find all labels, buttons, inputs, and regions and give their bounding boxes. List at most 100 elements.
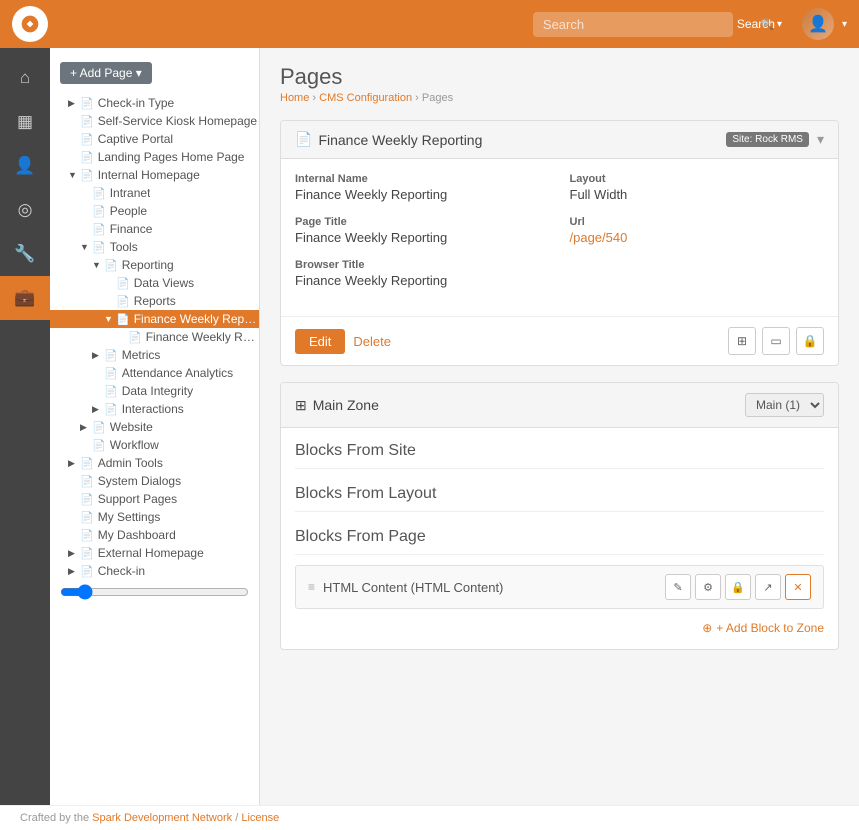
device-button[interactable]: ▭	[762, 327, 790, 355]
block-move-button[interactable]: ↗	[755, 574, 781, 600]
page-icon: 📄	[104, 367, 118, 380]
footer-spark-link[interactable]: Spark Development Network	[92, 812, 232, 824]
sidebar-item-home[interactable]: ⌂	[0, 56, 50, 100]
sidebar-icons: ⌂ ▦ 👤 ◎ 🔧 💼	[0, 48, 50, 805]
page-icon: 📄	[80, 529, 94, 542]
search-input[interactable]	[533, 12, 733, 37]
sidebar-item-cms[interactable]: 💼	[0, 276, 50, 320]
page-icon: 📄	[80, 169, 94, 182]
edit-button[interactable]: Edit	[295, 329, 345, 354]
arrow-icon: ▶	[68, 566, 80, 577]
tree-item-finance-weekly-reporting[interactable]: ▼ 📄 Finance Weekly Reportin…	[50, 310, 259, 328]
tree-item-label: Interactions	[122, 402, 184, 416]
tree-item-data-views[interactable]: ▶ 📄 Data Views	[50, 274, 259, 292]
tree-item-attendance-analytics[interactable]: ▶ 📄 Attendance Analytics	[50, 364, 259, 382]
tree-item-label: Attendance Analytics	[122, 366, 233, 380]
tree-item-system-dialogs[interactable]: ▶ 📄 System Dialogs	[50, 472, 259, 490]
tree-item-my-settings[interactable]: ▶ 📄 My Settings	[50, 508, 259, 526]
tree-item-admin-tools[interactable]: ▶ 📄 Admin Tools	[50, 454, 259, 472]
block-settings-button[interactable]: ⚙	[695, 574, 721, 600]
sidebar-item-people[interactable]: 👤	[0, 144, 50, 188]
tree-item-tools[interactable]: ▼ 📄 Tools	[50, 238, 259, 256]
tree-item-finance-weekly-report[interactable]: ▶ 📄 Finance Weekly Report	[50, 328, 259, 346]
add-page-button[interactable]: + Add Page ▾	[60, 62, 152, 84]
tree-item-label: External Homepage	[98, 546, 204, 560]
settings-icon: ⚙	[703, 581, 713, 594]
tree-item-my-dashboard[interactable]: ▶ 📄 My Dashboard	[50, 526, 259, 544]
tree-item-label: Admin Tools	[98, 456, 163, 470]
add-block-button[interactable]: ⊕ + Add Block to Zone	[702, 621, 824, 635]
page-title-group: Page Title Finance Weekly Reporting	[295, 216, 550, 245]
browser-title-label: Browser Title	[295, 259, 550, 271]
block-security-button[interactable]: 🔒	[725, 574, 751, 600]
collapse-button[interactable]: ▾	[817, 131, 824, 148]
tree-item-label: My Dashboard	[98, 528, 176, 542]
url-link[interactable]: /page/540	[570, 230, 628, 245]
zone-header: ⊞ Main Zone Main (1)	[281, 383, 838, 428]
hierarchy-button[interactable]: ⊞	[728, 327, 756, 355]
tree-item-people[interactable]: ▶ 📄 People	[50, 202, 259, 220]
tree-item-internal-homepage[interactable]: ▼ 📄 Internal Homepage	[50, 166, 259, 184]
browser-title-value: Finance Weekly Reporting	[295, 273, 550, 288]
drag-handle-icon[interactable]: ≡	[308, 580, 315, 594]
main-layout: ⌂ ▦ 👤 ◎ 🔧 💼 + Add Page ▾ ▶ 📄 Check-in Ty…	[0, 48, 859, 805]
blocks-from-site-section: Blocks From Site	[295, 442, 824, 469]
breadcrumb-cms[interactable]: CMS Configuration	[319, 92, 412, 104]
tree-item-landing-pages[interactable]: ▶ 📄 Landing Pages Home Page	[50, 148, 259, 166]
internal-name-label: Internal Name	[295, 173, 550, 185]
avatar[interactable]: 👤	[802, 8, 834, 40]
tree-item-intranet[interactable]: ▶ 📄 Intranet	[50, 184, 259, 202]
block-edit-button[interactable]: ✎	[665, 574, 691, 600]
tree-item-self-service[interactable]: ▶ 📄 Self-Service Kiosk Homepage	[50, 112, 259, 130]
user-menu[interactable]: 👤 ▾	[794, 8, 847, 40]
page-title-value: Finance Weekly Reporting	[295, 230, 550, 245]
tree-item-label: Metrics	[122, 348, 161, 362]
zone-panel: ⊞ Main Zone Main (1) Blocks From Site Bl…	[280, 382, 839, 650]
tree-item-metrics[interactable]: ▶ 📄 Metrics	[50, 346, 259, 364]
tree-item-check-in-type[interactable]: ▶ 📄 Check-in Type	[50, 94, 259, 112]
tree-item-reporting[interactable]: ▼ 📄 Reporting	[50, 256, 259, 274]
tree-item-label: Reports	[134, 294, 176, 308]
logo[interactable]	[12, 6, 48, 42]
arrow-icon: ▶	[92, 350, 104, 361]
hierarchy-icon: ⊞	[737, 334, 747, 348]
breadcrumb-home[interactable]: Home	[280, 92, 309, 104]
tree-item-label: Self-Service Kiosk Homepage	[98, 114, 257, 128]
tree-item-interactions[interactable]: ▶ 📄 Interactions	[50, 400, 259, 418]
lock-button[interactable]: 🔒	[796, 327, 824, 355]
tree-item-workflow[interactable]: ▶ 📄 Workflow	[50, 436, 259, 454]
block-delete-button[interactable]: ✕	[785, 574, 811, 600]
delete-button[interactable]: Delete	[353, 334, 391, 349]
page-icon: 📄	[104, 349, 118, 362]
user-caret[interactable]: ▾	[842, 19, 847, 30]
tree-item-finance[interactable]: ▶ 📄 Finance	[50, 220, 259, 238]
nav-scroll-slider[interactable]	[60, 584, 249, 600]
tree-item-website[interactable]: ▶ 📄 Website	[50, 418, 259, 436]
blocks-from-layout-section: Blocks From Layout	[295, 485, 824, 512]
sidebar-item-tools[interactable]: 🔧	[0, 232, 50, 276]
page-icon: 📄	[80, 457, 94, 470]
zone-select[interactable]: Main (1)	[745, 393, 824, 417]
tree-item-support-pages[interactable]: ▶ 📄 Support Pages	[50, 490, 259, 508]
tree-item-captive-portal[interactable]: ▶ 📄 Captive Portal	[50, 130, 259, 148]
footer-license-link[interactable]: License	[241, 812, 279, 824]
add-block-section: ⊕ + Add Block to Zone	[295, 621, 824, 635]
arrow-icon: ▶	[68, 98, 80, 109]
footer-separator: /	[235, 812, 238, 824]
arrow-icon: ▶	[68, 548, 80, 559]
arrow-icon: ▼	[104, 314, 116, 324]
tree-item-check-in[interactable]: ▶ 📄 Check-in	[50, 562, 259, 580]
sidebar-item-dashboard[interactable]: ▦	[0, 100, 50, 144]
tree-item-external-homepage[interactable]: ▶ 📄 External Homepage	[50, 544, 259, 562]
sidebar-item-finance[interactable]: ◎	[0, 188, 50, 232]
block-actions: ✎ ⚙ 🔒 ↗ ✕	[665, 574, 811, 600]
tree-item-label: Workflow	[110, 438, 159, 452]
detail-panel-header: 📄 Finance Weekly Reporting Site: Rock RM…	[281, 121, 838, 159]
action-icons: ⊞ ▭ 🔒	[728, 327, 824, 355]
tree-item-label: Finance Weekly Report	[146, 330, 259, 344]
search-caret[interactable]: ▾	[777, 19, 782, 30]
tree-item-label: People	[110, 204, 147, 218]
tree-item-reports[interactable]: ▶ 📄 Reports	[50, 292, 259, 310]
tree-item-data-integrity[interactable]: ▶ 📄 Data Integrity	[50, 382, 259, 400]
page-icon: 📄	[116, 313, 130, 326]
